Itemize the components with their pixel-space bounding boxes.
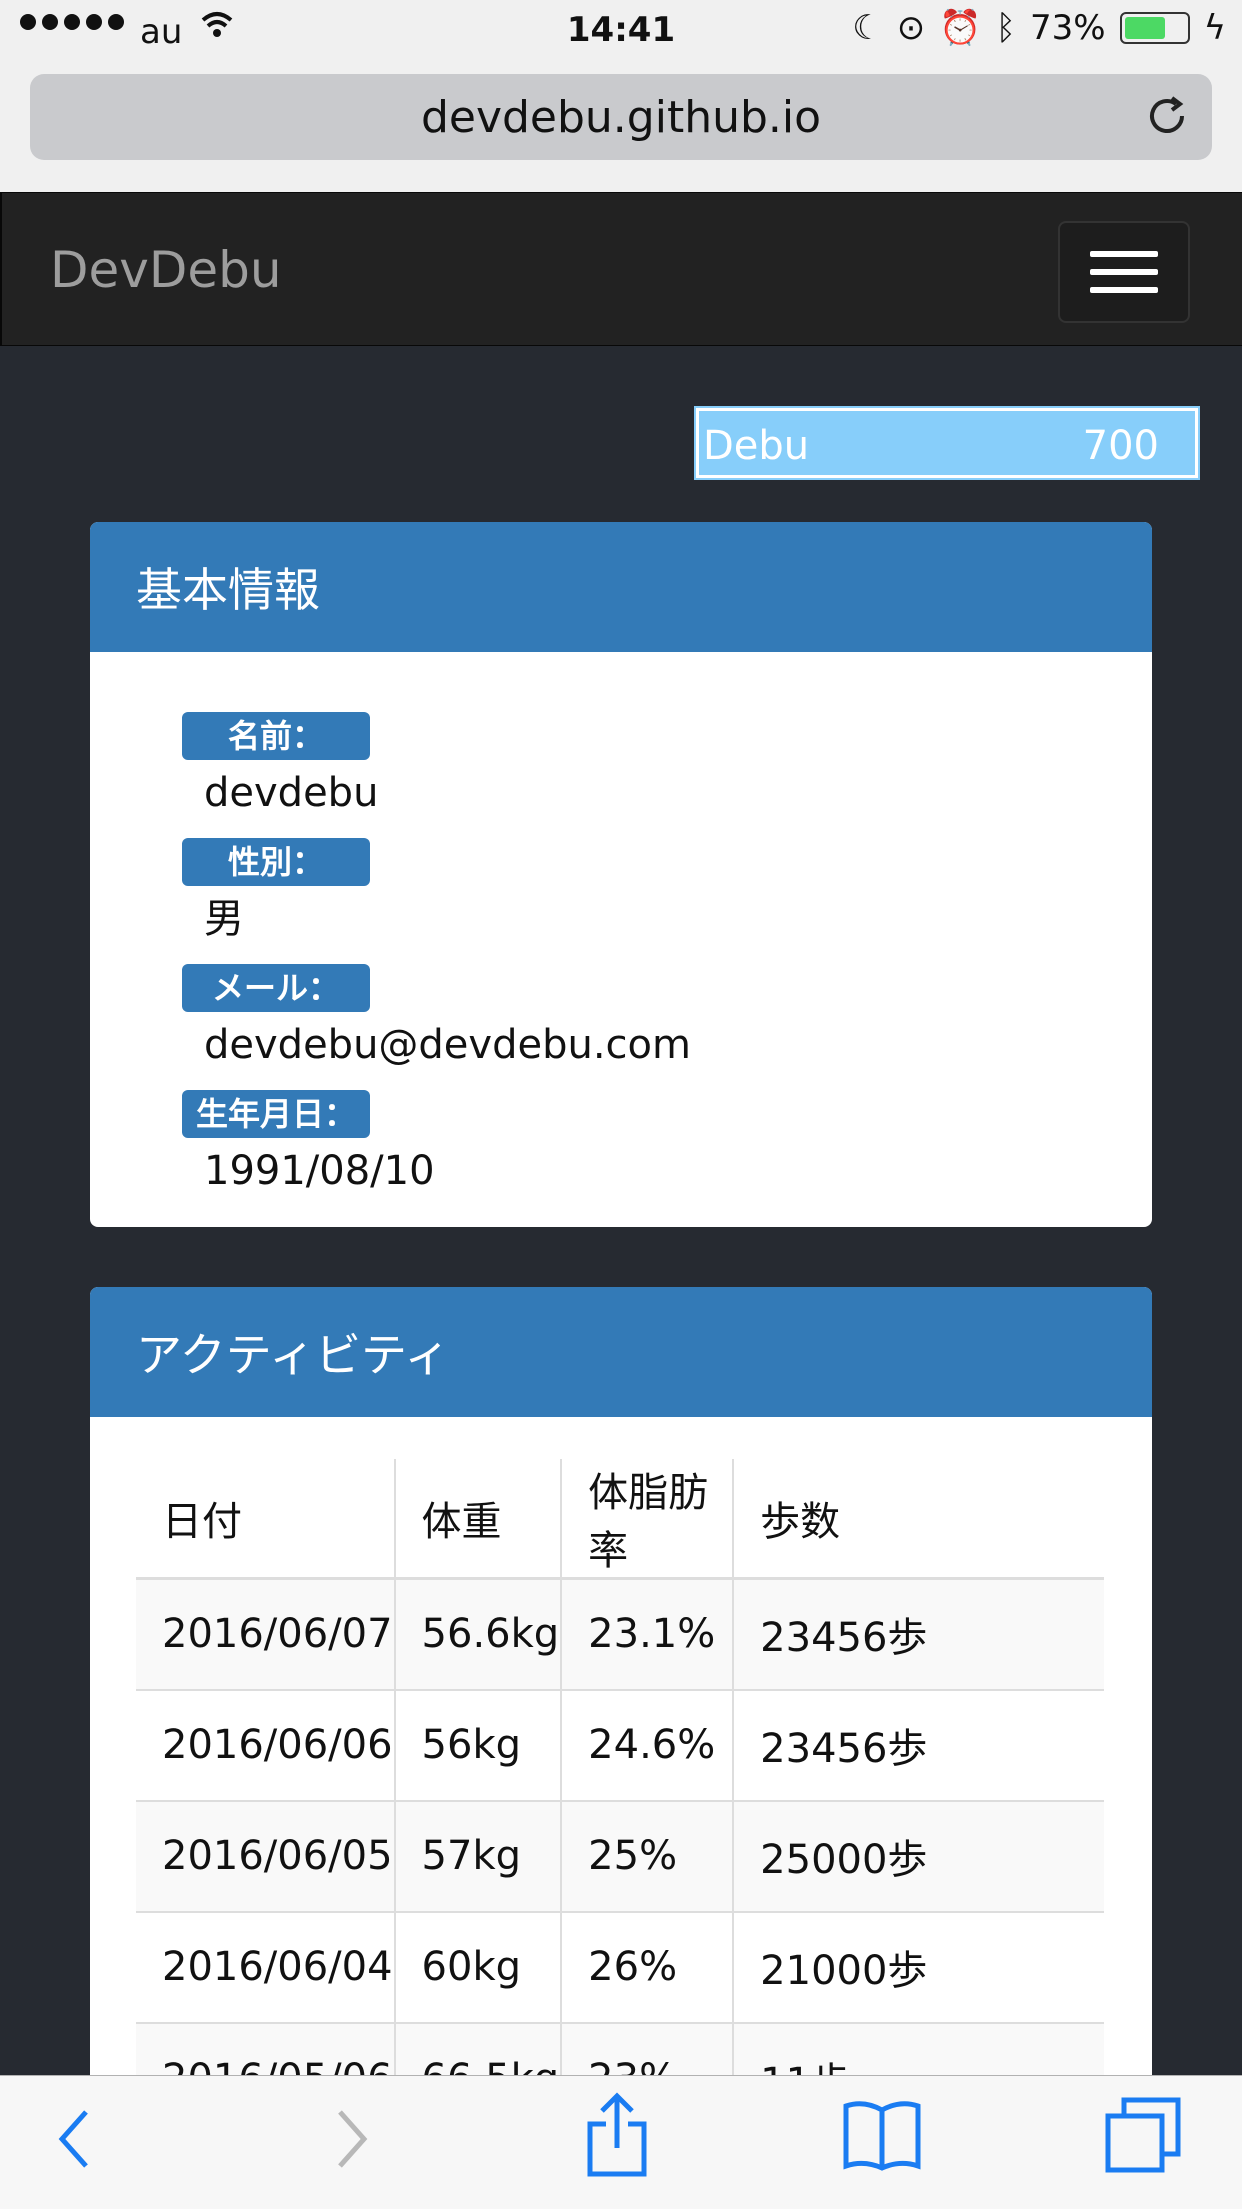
field-value: 男 bbox=[204, 896, 244, 942]
score-value: 700 bbox=[1082, 423, 1159, 469]
moon-icon: ☾ bbox=[852, 8, 883, 48]
table-cell: 2016/06/06 bbox=[136, 1688, 396, 1801]
status-bar: au 14:41 ☾ ⊙ ⏰ ᛒ 73% ϟ bbox=[0, 0, 1242, 62]
column-header: 日付 bbox=[136, 1459, 396, 1580]
profile-fields: 名前： devdebu 性別： 男 メール： devdebu@devdebu.c… bbox=[182, 712, 691, 1216]
user-score-badge: Debu 700 bbox=[694, 406, 1200, 480]
forward-icon[interactable] bbox=[330, 2104, 374, 2178]
browser-toolbar bbox=[0, 2075, 1242, 2209]
navbar: DevDebu bbox=[0, 192, 1242, 346]
reload-icon[interactable] bbox=[1146, 94, 1190, 151]
hamburger-icon bbox=[1090, 251, 1158, 257]
table-cell: 2016/06/04 bbox=[136, 1910, 396, 2023]
table-cell: 57kg bbox=[394, 1799, 563, 1912]
table-cell: 56.6kg bbox=[394, 1577, 563, 1690]
table-cell: 24.6% bbox=[561, 1688, 735, 1801]
activity-panel: アクティビティ 日付 体重 体脂肪率 歩数 2016/06/07 56.6kg … bbox=[90, 1287, 1152, 2207]
table-cell: 56kg bbox=[394, 1688, 563, 1801]
table-cell: 60kg bbox=[394, 1910, 563, 2023]
table-row: 2016/06/06 56kg 24.6% 23456歩 bbox=[136, 1688, 1104, 1801]
share-icon[interactable] bbox=[586, 2092, 648, 2182]
column-header: 体重 bbox=[394, 1459, 563, 1580]
browser-chrome: devdebu.github.io bbox=[0, 62, 1242, 194]
battery-icon bbox=[1119, 12, 1190, 44]
url-text: devdebu.github.io bbox=[420, 91, 822, 143]
battery-percent: 73% bbox=[1029, 8, 1106, 48]
field-label: メール： bbox=[182, 964, 370, 1012]
hamburger-menu-button[interactable] bbox=[1058, 221, 1190, 323]
field-label: 性別： bbox=[182, 838, 370, 886]
panel-title: アクティビティ bbox=[90, 1287, 1152, 1417]
panel-title: 基本情報 bbox=[90, 522, 1152, 652]
table-cell: 23456歩 bbox=[733, 1577, 1104, 1690]
address-bar[interactable]: devdebu.github.io bbox=[30, 74, 1212, 160]
table-cell: 23.1% bbox=[561, 1577, 735, 1690]
back-icon[interactable] bbox=[52, 2104, 96, 2178]
bluetooth-icon: ᛒ bbox=[995, 8, 1016, 48]
charging-icon: ϟ bbox=[1203, 8, 1226, 48]
field-label: 名前： bbox=[182, 712, 370, 760]
table-cell: 2016/06/07 bbox=[136, 1577, 396, 1690]
table-row: 2016/06/07 56.6kg 23.1% 23456歩 bbox=[136, 1577, 1104, 1690]
tabs-icon[interactable] bbox=[1104, 2096, 1184, 2180]
table-cell: 21000歩 bbox=[733, 1910, 1104, 2023]
bookmarks-icon[interactable] bbox=[842, 2098, 922, 2176]
field-value: 1991/08/10 bbox=[204, 1148, 435, 1194]
brand-link[interactable]: DevDebu bbox=[50, 241, 282, 299]
table-cell: 25000歩 bbox=[733, 1799, 1104, 1912]
table-cell: 23456歩 bbox=[733, 1688, 1104, 1801]
rotation-lock-icon: ⊙ bbox=[896, 8, 926, 48]
activity-table: 日付 体重 体脂肪率 歩数 2016/06/07 56.6kg 23.1% 23… bbox=[136, 1459, 1104, 2134]
column-header: 体脂肪率 bbox=[561, 1459, 735, 1580]
table-cell: 2016/06/05 bbox=[136, 1799, 396, 1912]
table-header-row: 日付 体重 体脂肪率 歩数 bbox=[136, 1459, 1104, 1580]
table-cell: 26% bbox=[561, 1910, 735, 2023]
score-name: Debu bbox=[703, 423, 810, 469]
column-header: 歩数 bbox=[733, 1459, 1104, 1580]
field-label: 生年月日： bbox=[182, 1090, 370, 1138]
table-row: 2016/06/04 60kg 26% 21000歩 bbox=[136, 1910, 1104, 2023]
table-row: 2016/06/05 57kg 25% 25000歩 bbox=[136, 1799, 1104, 1912]
field-value: devdebu@devdebu.com bbox=[204, 1022, 691, 1068]
basic-info-panel: 基本情報 名前： devdebu 性別： 男 メール： devdebu@devd… bbox=[90, 522, 1152, 1227]
alarm-icon: ⏰ bbox=[939, 8, 982, 48]
field-value: devdebu bbox=[204, 770, 379, 816]
table-cell: 25% bbox=[561, 1799, 735, 1912]
